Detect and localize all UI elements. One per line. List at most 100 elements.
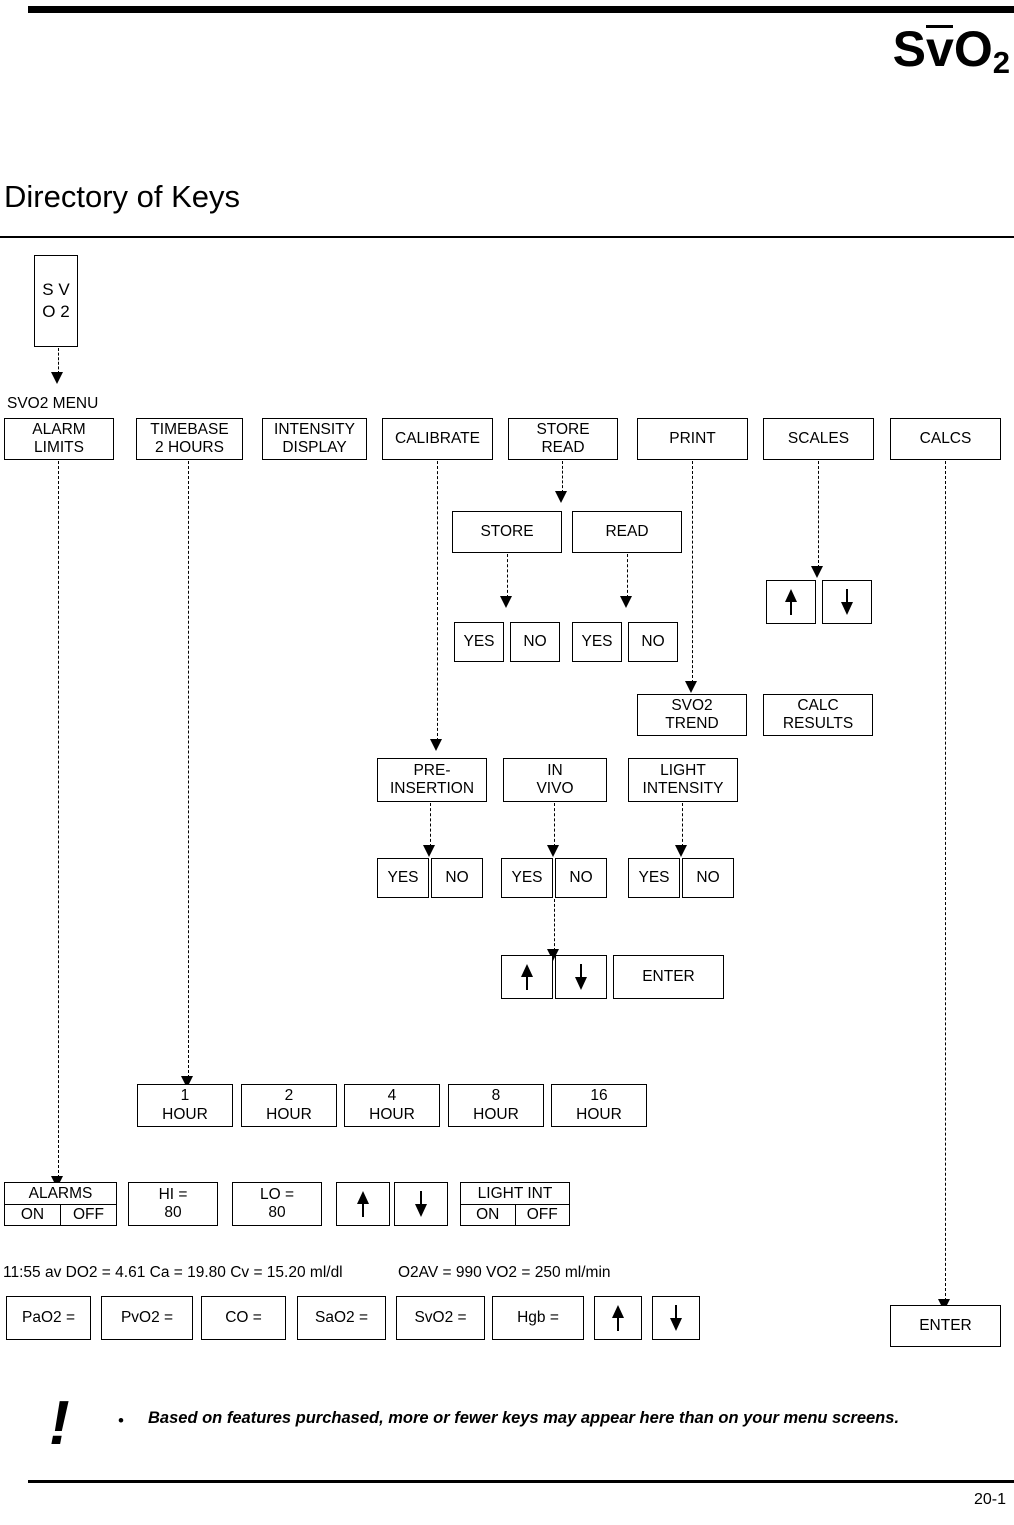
connector-calibrate-trunk — [437, 461, 438, 741]
connector-alarm-limits-trunk — [58, 461, 59, 1178]
connector-read-to-yesno — [627, 554, 628, 598]
key-light-int-toggle[interactable]: LIGHT INT ON OFF — [460, 1182, 570, 1226]
key-timebase-8-hour[interactable]: 8 HOUR — [448, 1084, 544, 1127]
key-calc-co[interactable]: CO = — [201, 1296, 286, 1340]
key-alarm-up[interactable] — [336, 1182, 390, 1226]
arrow-up-icon — [611, 1288, 625, 1349]
arrowhead-invivo-yesno — [547, 845, 559, 857]
key-timebase-2-hour[interactable]: 2 HOUR — [241, 1084, 337, 1127]
key-calc-sao2[interactable]: SaO2 = — [297, 1296, 386, 1340]
key-light-intensity[interactable]: LIGHT INTENSITY — [628, 758, 738, 802]
key-invivo-down[interactable] — [555, 955, 607, 999]
key-preinsertion-no[interactable]: NO — [431, 858, 483, 898]
title-rule — [0, 236, 1014, 238]
key-invivo-no[interactable]: NO — [555, 858, 607, 898]
key-calc-pvo2[interactable]: PvO2 = — [101, 1296, 193, 1340]
page-number: 20-1 — [973, 1491, 1006, 1508]
arrowhead-preinsertion-yesno — [423, 845, 435, 857]
logo-letter-s: S — [892, 21, 927, 77]
key-pre-insertion[interactable]: PRE- INSERTION — [377, 758, 487, 802]
svo2-logo: SvO2 — [893, 24, 1010, 78]
key-store[interactable]: STORE — [452, 511, 562, 553]
menu-key-store-read[interactable]: STORE READ — [508, 418, 618, 460]
alarms-on-option[interactable]: ON — [5, 1205, 60, 1226]
note-text: Based on features purchased, more or few… — [148, 1409, 900, 1427]
key-timebase-1-hour[interactable]: 1 HOUR — [137, 1084, 233, 1127]
arrow-down-icon — [414, 1174, 428, 1235]
key-calc-down[interactable] — [652, 1296, 700, 1340]
arrow-up-icon — [356, 1174, 370, 1235]
key-alarm-lo[interactable]: LO = 80 — [232, 1182, 322, 1226]
connector-store-read-trunk — [562, 461, 563, 493]
key-timebase-4-hour[interactable]: 4 HOUR — [344, 1084, 440, 1127]
key-scales-down[interactable] — [822, 580, 872, 624]
logo-letter-v-overbar: v — [926, 21, 954, 77]
key-lightintensity-yes[interactable]: YES — [628, 858, 680, 898]
key-store-yes[interactable]: YES — [454, 622, 504, 662]
menu-key-print[interactable]: PRINT — [637, 418, 748, 460]
key-invivo-enter[interactable]: ENTER — [613, 955, 724, 999]
connector-scales-trunk — [818, 461, 819, 568]
arrowhead-store-read — [555, 491, 567, 503]
key-svo2-trend[interactable]: SVO2 TREND — [637, 694, 747, 736]
arrowhead-lightintensity-yesno — [675, 845, 687, 857]
calcs-readout-left: 11:55 av DO2 = 4.61 Ca = 19.80 Cv = 15.2… — [3, 1264, 343, 1281]
connector-timebase-trunk — [188, 461, 189, 1078]
logo-subscript-2: 2 — [992, 44, 1010, 80]
arrow-up-icon — [520, 947, 534, 1008]
alarms-off-option[interactable]: OFF — [60, 1204, 116, 1225]
arrowhead-root-to-menu — [51, 372, 63, 384]
connector-invivo-to-yesno — [554, 803, 555, 847]
menu-key-timebase[interactable]: TIMEBASE 2 HOURS — [136, 418, 243, 460]
key-read-yes[interactable]: YES — [572, 622, 622, 662]
key-invivo-yes[interactable]: YES — [501, 858, 553, 898]
arrow-down-icon — [574, 947, 588, 1008]
key-calc-up[interactable] — [594, 1296, 642, 1340]
key-in-vivo[interactable]: IN VIVO — [503, 758, 607, 802]
key-read[interactable]: READ — [572, 511, 682, 553]
key-alarm-down[interactable] — [394, 1182, 448, 1226]
header-rule — [28, 6, 1014, 13]
key-preinsertion-yes[interactable]: YES — [377, 858, 429, 898]
key-read-no[interactable]: NO — [628, 622, 678, 662]
key-alarms-toggle[interactable]: ALARMS ON OFF — [4, 1182, 117, 1226]
key-calc-svo2[interactable]: SvO2 = — [396, 1296, 485, 1340]
key-store-no[interactable]: NO — [510, 622, 560, 662]
arrow-down-icon — [669, 1288, 683, 1349]
key-timebase-16-hour[interactable]: 16 HOUR — [551, 1084, 647, 1127]
footer-rule — [28, 1480, 1014, 1483]
calcs-readout-right: O2AV = 990 VO2 = 250 ml/min — [398, 1264, 611, 1281]
light-int-label: LIGHT INT — [461, 1183, 569, 1205]
menu-key-calcs[interactable]: CALCS — [890, 418, 1001, 460]
connector-invivo-to-controls — [554, 899, 555, 951]
warning-exclamation-icon: ! — [49, 1389, 70, 1458]
connector-store-to-yesno — [507, 554, 508, 598]
key-scales-up[interactable] — [766, 580, 816, 624]
connector-root-to-menu — [58, 348, 59, 374]
connector-print-trunk — [692, 461, 693, 683]
connector-calcs-trunk — [945, 461, 946, 1301]
light-int-on-option[interactable]: ON — [461, 1205, 515, 1226]
arrow-up-icon — [784, 572, 798, 633]
arrowhead-scales — [811, 566, 823, 578]
menu-key-calibrate[interactable]: CALIBRATE — [382, 418, 493, 460]
arrowhead-store-yesno — [500, 596, 512, 608]
key-calc-results[interactable]: CALC RESULTS — [763, 694, 873, 736]
root-key-svo2[interactable]: S V O 2 — [34, 255, 78, 347]
arrowhead-calibrate — [430, 739, 442, 751]
arrowhead-print — [685, 681, 697, 693]
key-lightintensity-no[interactable]: NO — [682, 858, 734, 898]
key-calcs-enter[interactable]: ENTER — [890, 1305, 1001, 1347]
document-page: SvO2 Directory of Keys S V O 2 SVO2 MENU… — [0, 0, 1014, 1525]
key-calc-hgb[interactable]: Hgb = — [492, 1296, 584, 1340]
menu-key-scales[interactable]: SCALES — [763, 418, 874, 460]
key-invivo-up[interactable] — [501, 955, 553, 999]
note-bullet: • — [118, 1411, 124, 1430]
light-int-off-option[interactable]: OFF — [514, 1204, 570, 1225]
menu-key-intensity-display[interactable]: INTENSITY DISPLAY — [262, 418, 367, 460]
logo-letter-o: O — [953, 21, 993, 77]
menu-key-alarm-limits[interactable]: ALARM LIMITS — [4, 418, 114, 460]
key-calc-pao2[interactable]: PaO2 = — [6, 1296, 91, 1340]
arrow-down-icon — [840, 572, 854, 633]
key-alarm-hi[interactable]: HI = 80 — [128, 1182, 218, 1226]
